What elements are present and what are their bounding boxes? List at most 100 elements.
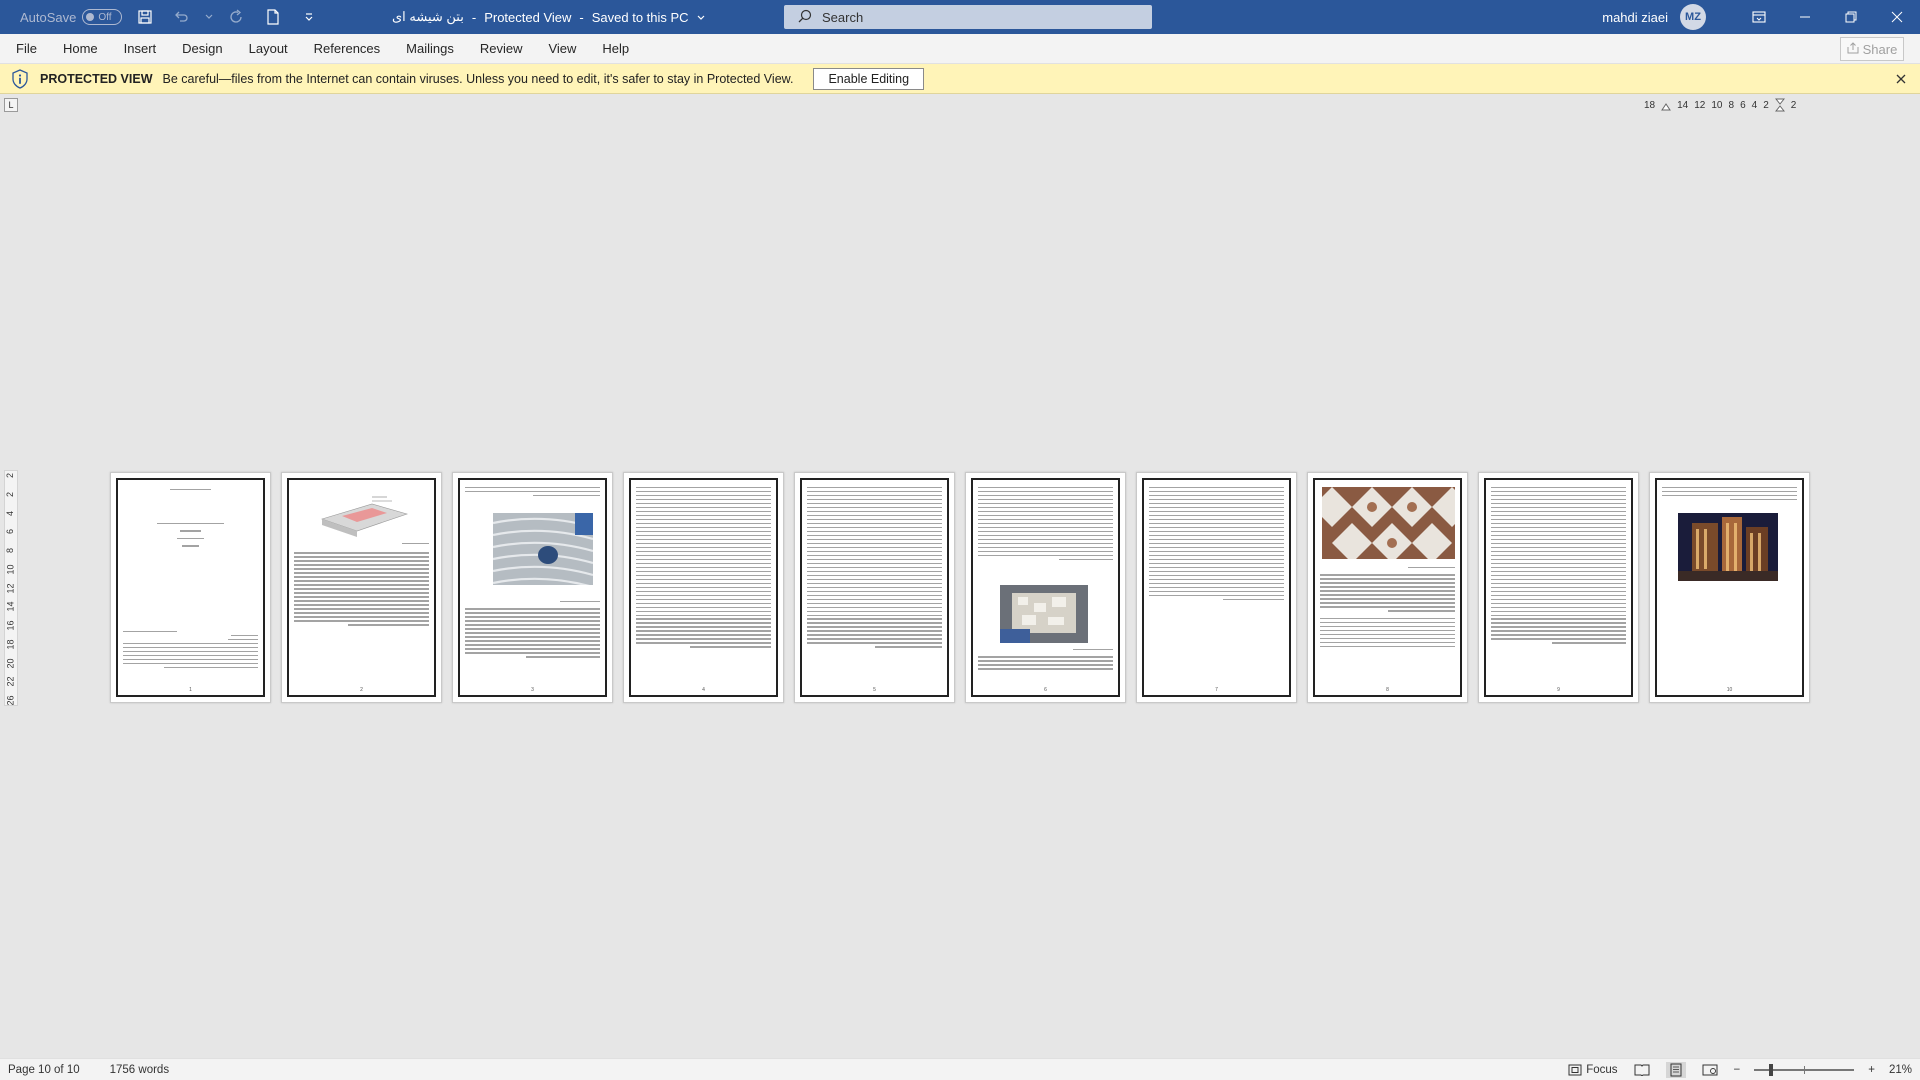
title-separator: - <box>471 9 477 25</box>
document-page[interactable]: 5 <box>794 472 955 703</box>
customize-qat-icon[interactable] <box>296 4 322 30</box>
zoom-level[interactable]: 21% <box>1889 1064 1912 1076</box>
ruler-tick: 6 <box>1740 99 1746 111</box>
tab-review[interactable]: Review <box>467 34 536 64</box>
ruler-tick: 18 <box>5 639 16 650</box>
ruler-tick: 12 <box>1694 99 1706 111</box>
share-label: Share <box>1862 41 1898 57</box>
save-icon[interactable] <box>132 4 158 30</box>
restore-icon[interactable] <box>1828 0 1874 34</box>
chevron-down-icon[interactable] <box>204 4 214 30</box>
tab-view[interactable]: View <box>535 34 589 64</box>
document-page[interactable]: 3 <box>452 472 613 703</box>
document-page[interactable]: 8 <box>1307 472 1468 703</box>
document-title[interactable]: بتن شیشه ای - Protected View - Saved to … <box>392 0 705 34</box>
search-icon <box>798 9 812 26</box>
tab-stop-selector[interactable]: L <box>4 98 18 112</box>
page-indicator[interactable]: Page 10 of 10 <box>8 1064 80 1076</box>
document-page[interactable]: 7 <box>1136 472 1297 703</box>
illuminated-building-image <box>1678 513 1778 581</box>
close-icon[interactable] <box>1892 70 1910 88</box>
vertical-ruler[interactable]: 2 2 4 6 8 10 12 14 16 18 20 22 26 <box>4 470 18 706</box>
print-layout-icon[interactable] <box>1665 1062 1686 1078</box>
zoom-out-button[interactable]: − <box>1734 1064 1741 1076</box>
ruler-tick: 2 <box>5 472 16 479</box>
ribbon-display-options-icon[interactable] <box>1736 0 1782 34</box>
title-separator-2: - <box>579 9 584 25</box>
ruler-tick: 4 <box>5 510 16 516</box>
ruler-tick: 18 <box>1644 99 1656 111</box>
title-bar: AutoSave Off بتن شیشه ای - Protected Vie… <box>0 0 1920 34</box>
indent-marker-icon[interactable] <box>1774 98 1785 112</box>
view-mode-label: Protected View <box>484 9 572 25</box>
zoom-slider-thumb[interactable] <box>1769 1064 1774 1076</box>
ruler-tick: 10 <box>1711 99 1723 111</box>
focus-button[interactable]: Focus <box>1568 1064 1618 1076</box>
status-bar: Page 10 of 10 1756 words Focus − + 21% <box>0 1058 1920 1080</box>
tab-file[interactable]: File <box>0 34 50 64</box>
ruler-tick: 12 <box>5 582 16 594</box>
read-mode-icon[interactable] <box>1632 1062 1652 1078</box>
document-page[interactable]: 10 <box>1649 472 1810 703</box>
word-count[interactable]: 1756 words <box>110 1064 169 1076</box>
building-facade-image <box>493 513 593 585</box>
ruler-tick: 22 <box>5 676 16 687</box>
search-placeholder: Search <box>822 9 864 25</box>
undo-icon[interactable] <box>168 4 194 30</box>
protected-view-bar: PROTECTED VIEW Be careful—files from the… <box>0 64 1920 94</box>
zoom-in-button[interactable]: + <box>1868 1064 1875 1076</box>
document-page[interactable]: 9 <box>1478 472 1639 703</box>
ruler-tick: 2 <box>1790 99 1797 111</box>
minimize-icon[interactable] <box>1782 0 1828 34</box>
ruler-tick: 14 <box>1677 99 1689 111</box>
ruler-tick: 16 <box>5 620 16 631</box>
tab-references[interactable]: References <box>301 34 393 64</box>
document-page[interactable]: 4 <box>623 472 784 703</box>
diagram-image <box>321 496 409 537</box>
ruler-tick: 14 <box>5 601 16 612</box>
web-layout-icon[interactable] <box>1700 1062 1720 1078</box>
avatar[interactable]: MZ <box>1680 4 1706 30</box>
ruler-tick: 8 <box>1728 99 1735 111</box>
info-shield-icon <box>10 68 30 89</box>
focus-icon <box>1568 1064 1582 1076</box>
tab-mailings[interactable]: Mailings <box>393 34 467 64</box>
ruler-tick: 26 <box>5 695 16 706</box>
close-icon[interactable] <box>1874 0 1920 34</box>
lattice-pattern-image <box>1322 487 1455 559</box>
protected-view-title: PROTECTED VIEW <box>40 71 153 86</box>
protected-view-message: Be careful—files from the Internet can c… <box>162 71 794 86</box>
ruler-tick: 10 <box>5 564 16 575</box>
tab-help[interactable]: Help <box>589 34 642 64</box>
save-state-label: Saved to this PC <box>591 9 689 25</box>
document-name: بتن شیشه ای <box>392 9 464 24</box>
document-page[interactable]: 6 <box>965 472 1126 703</box>
redo-icon[interactable] <box>224 4 250 30</box>
ruler-tick: 20 <box>5 657 16 669</box>
user-name[interactable]: mahdi ziaei <box>1602 10 1668 25</box>
glass-concrete-sample-image <box>1000 585 1088 643</box>
zoom-slider[interactable] <box>1754 1064 1855 1076</box>
ruler-tick: 6 <box>5 529 16 535</box>
ruler-tick: 8 <box>5 547 16 554</box>
document-page[interactable]: 1 <box>110 472 271 703</box>
indent-marker-icon[interactable] <box>1661 98 1672 112</box>
ruler-tick: 2 <box>5 491 16 497</box>
tab-layout[interactable]: Layout <box>236 34 301 64</box>
autosave-label: AutoSave <box>20 9 77 25</box>
ruler-tick: 2 <box>1763 99 1769 111</box>
share-button[interactable]: Share <box>1840 37 1904 61</box>
new-document-icon[interactable] <box>260 4 286 30</box>
autosave-switch[interactable]: Off <box>82 9 123 25</box>
document-page[interactable]: 2 <box>281 472 442 703</box>
horizontal-ruler[interactable]: 18 14 12 10 8 6 4 2 2 <box>1644 98 1796 112</box>
share-icon <box>1847 41 1859 57</box>
ribbon-tabs: File Home Insert Design Layout Reference… <box>0 34 1920 64</box>
search-input[interactable]: Search <box>784 5 1152 29</box>
enable-editing-button[interactable]: Enable Editing <box>813 67 925 90</box>
tab-insert[interactable]: Insert <box>111 34 170 64</box>
autosave-toggle[interactable]: AutoSave Off <box>20 9 123 25</box>
tab-home[interactable]: Home <box>50 34 111 64</box>
chevron-down-icon[interactable] <box>697 10 705 25</box>
tab-design[interactable]: Design <box>169 34 235 64</box>
